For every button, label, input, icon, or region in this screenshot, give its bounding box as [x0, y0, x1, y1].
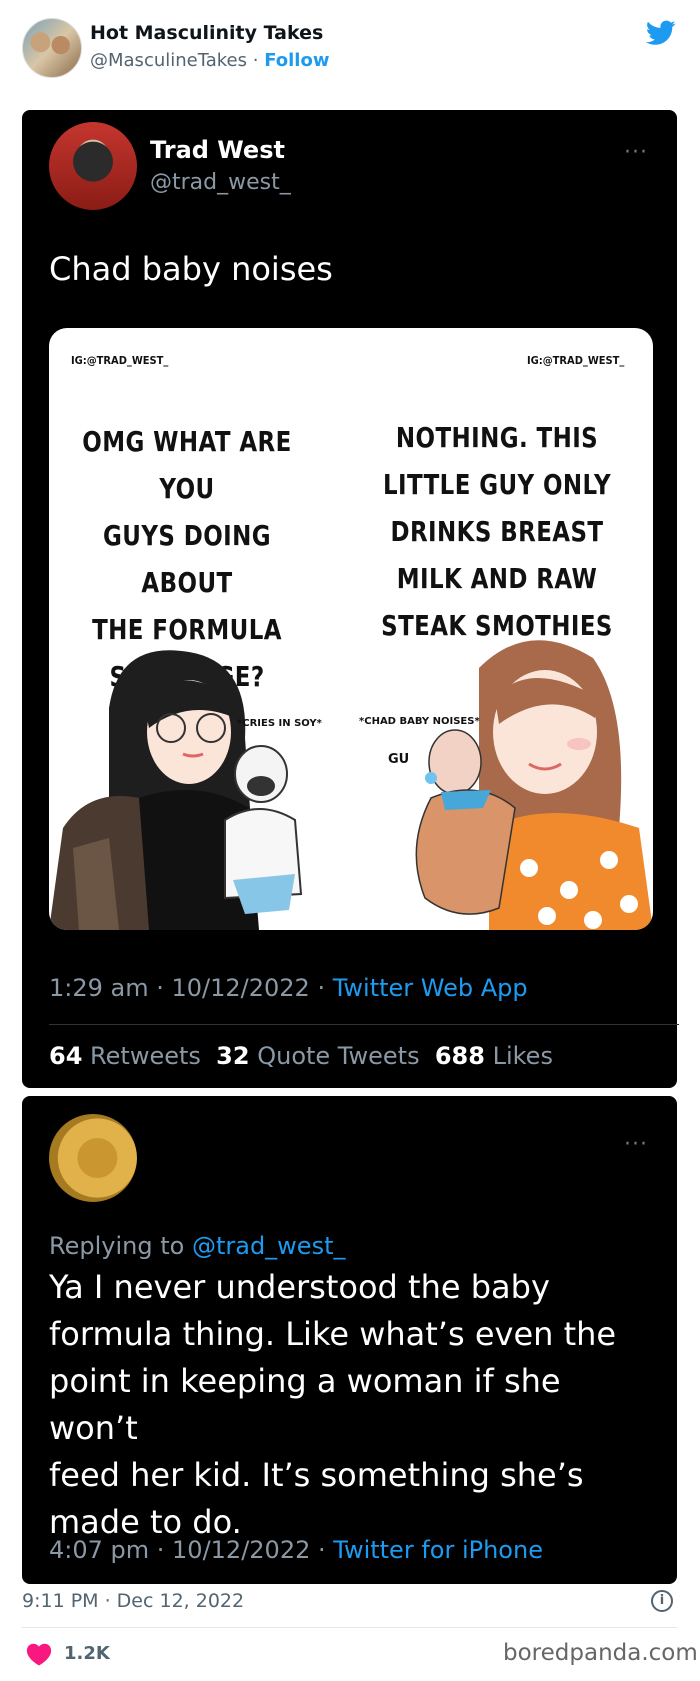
author-handle-line: @MasculineTakes · Follow [90, 50, 329, 71]
tweet-meta: 1:29 am · 10/12/2022 · Twitter Web App [49, 974, 528, 1002]
ig-watermark-left: IG:@TRAD_WEST_ [71, 354, 169, 367]
chad-baby-noises-caption: *CHAD BABY NOISES* [359, 716, 480, 727]
embed-like-count[interactable]: 1.2K [64, 1643, 110, 1664]
meme-left-line: THE FORMULA [92, 613, 282, 646]
tweet-card[interactable]: Trad West @trad_west_ ··· Chad baby nois… [22, 110, 679, 1088]
reply-source-app[interactable]: Twitter for iPhone [333, 1536, 543, 1564]
more-options-icon[interactable]: ··· [624, 140, 648, 165]
follow-link[interactable]: Follow [264, 50, 329, 71]
replying-to-line: Replying to @trad_west_ [49, 1232, 345, 1260]
tweet-source-app[interactable]: Twitter Web App [333, 974, 528, 1002]
meme-right-text: NOTHING. THIS LITTLE GUY ONLY DRINKS BRE… [377, 414, 616, 649]
replying-to-label: Replying to [49, 1232, 185, 1260]
reply-line: point in keeping a woman if she won’t [49, 1362, 561, 1447]
quote-tweets-stat[interactable]: 32 Quote Tweets [216, 1042, 419, 1070]
reply-text: Ya I never understood the baby formula t… [49, 1264, 649, 1546]
replying-to-handle[interactable]: @trad_west_ [192, 1232, 346, 1260]
reply-line: feed her kid. It’s something she’s [49, 1456, 584, 1494]
reply-line: formula thing. Like what’s even the [49, 1315, 617, 1353]
meme-left-line: OMG WHAT ARE YOU [82, 425, 292, 505]
meme-image[interactable]: IG:@TRAD_WEST_ IG:@TRAD_WEST_ OMG WHAT A… [49, 328, 653, 930]
tweet-author-name[interactable]: Trad West [150, 136, 285, 164]
more-options-icon[interactable]: ··· [624, 1132, 648, 1157]
meme-right-line: NOTHING. THIS [395, 421, 599, 454]
tweet-author-avatar[interactable] [49, 122, 137, 210]
reply-date[interactable]: 10/12/2022 [172, 1536, 310, 1564]
boredpanda-watermark: boredpanda.com [503, 1640, 698, 1666]
author-name[interactable]: Hot Masculinity Takes [90, 22, 323, 44]
heart-icon[interactable] [26, 1642, 52, 1666]
reply-author-avatar[interactable] [49, 1114, 137, 1202]
soy-mom-illustration [49, 650, 303, 930]
divider [49, 1024, 679, 1025]
tweet-author-handle[interactable]: @trad_west_ [150, 170, 291, 195]
separator: · [247, 50, 265, 71]
likes-stat[interactable]: 688 Likes [435, 1042, 553, 1070]
cries-in-soy-caption: *CRIES IN SOY* [237, 718, 322, 729]
meme-left-line: GUYS DOING ABOUT [103, 519, 271, 599]
embed-header: Hot Masculinity Takes @MasculineTakes · … [0, 0, 700, 100]
author-avatar[interactable] [22, 18, 82, 78]
reply-line: Ya I never understood the baby [49, 1268, 550, 1306]
twitter-bird-icon[interactable] [646, 20, 676, 46]
author-handle[interactable]: @MasculineTakes [90, 50, 247, 71]
info-icon[interactable]: i [651, 1590, 673, 1612]
reply-time[interactable]: 4:07 pm [49, 1536, 149, 1564]
ig-watermark-right: IG:@TRAD_WEST_ [527, 354, 625, 367]
embed-timestamp[interactable]: 9:11 PM · Dec 12, 2022 [22, 1590, 244, 1612]
tweet-text: Chad baby noises [49, 250, 333, 288]
tweet-date[interactable]: 10/12/2022 [172, 974, 310, 1002]
reply-card[interactable]: ··· Replying to @trad_west_ Ya I never u… [22, 1096, 677, 1584]
tweet-stats: 64 Retweets 32 Quote Tweets 688 Likes [49, 1042, 553, 1070]
retweets-stat[interactable]: 64 Retweets [49, 1042, 201, 1070]
tweet-time[interactable]: 1:29 am [49, 974, 149, 1002]
baby-sound-caption: GU [388, 752, 410, 767]
footer-divider [22, 1627, 677, 1628]
meme-right-line: DRINKS BREAST [390, 515, 604, 548]
meme-right-line: LITTLE GUY ONLY [382, 468, 612, 501]
reply-meta: 4:07 pm · 10/12/2022 · Twitter for iPhon… [49, 1536, 543, 1564]
meme-right-line: MILK AND RAW [396, 562, 598, 595]
ig-watermark-side: IG:@TRAD_WEST_ [609, 595, 619, 684]
